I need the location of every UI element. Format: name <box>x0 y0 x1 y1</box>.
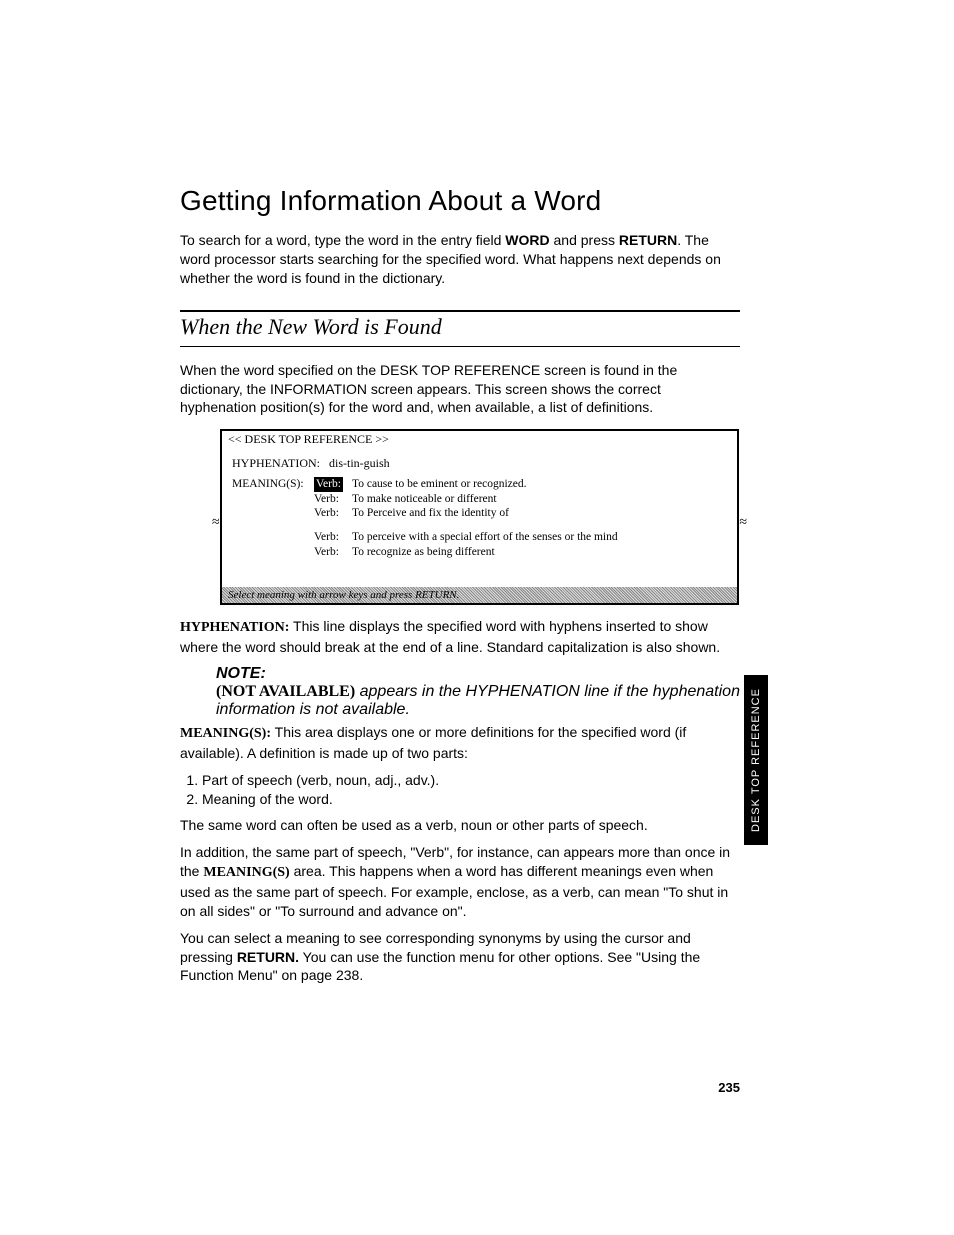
part-of-speech: Verb: <box>314 477 352 491</box>
side-tab: DESK TOP REFERENCE <box>744 675 768 845</box>
meaning-text: To make noticeable or different <box>352 492 727 506</box>
part-of-speech: Verb: <box>314 530 352 544</box>
meaning-text: To recognize as being different <box>352 545 727 559</box>
definition-parts-list: Part of speech (verb, noun, adj., adv.).… <box>202 771 740 808</box>
meaning-row[interactable]: Verb: To make noticeable or different <box>232 492 727 506</box>
meaning-text: To cause to be eminent or recognized. <box>352 477 727 491</box>
horizontal-rule <box>180 310 740 312</box>
scroll-mark-icon: ≈ <box>212 515 220 531</box>
hyphenation-label: HYPHENATION: <box>232 456 320 470</box>
term-label: MEANING(S) <box>203 865 289 880</box>
note-label: NOTE: <box>216 665 740 683</box>
list-item: Part of speech (verb, noun, adj., adv.). <box>202 771 740 789</box>
text-bold: WORD <box>505 232 549 248</box>
meaning-text: To Perceive and fix the identity of <box>352 506 727 520</box>
page-title: Getting Information About a Word <box>180 185 740 217</box>
meaning-row[interactable]: MEANING(S): Verb: To cause to be eminent… <box>232 477 727 491</box>
found-paragraph: When the word specified on the DESK TOP … <box>180 361 740 418</box>
hyphenation-description: HYPHENATION: This line displays the spec… <box>180 617 740 657</box>
part-of-speech: Verb: <box>314 545 352 559</box>
hyphenation-line: HYPHENATION: dis-tin-guish <box>232 456 727 471</box>
meanings-description: MEANING(S): This area displays one or mo… <box>180 723 740 763</box>
intro-paragraph: To search for a word, type the word in t… <box>180 231 740 288</box>
part-of-speech: Verb: <box>314 506 352 520</box>
meaning-row[interactable]: Verb: To recognize as being different <box>232 545 727 559</box>
text-bold: RETURN <box>619 232 677 248</box>
screen-title-bar: << DESK TOP REFERENCE >> <box>222 431 737 450</box>
side-tab-label: DESK TOP REFERENCE <box>750 688 762 832</box>
page-number: 235 <box>718 1080 740 1095</box>
note-bold: (NOT AVAILABLE) <box>216 683 355 700</box>
term-label: MEANING(S): <box>180 726 271 741</box>
meaning-row[interactable]: Verb: To Perceive and fix the identity o… <box>232 506 727 520</box>
screen-footer: Select meaning with arrow keys and press… <box>222 587 737 603</box>
meaning-text: To perceive with a special effort of the… <box>352 530 727 544</box>
hyphenation-value: dis-tin-guish <box>329 456 390 470</box>
list-item: Meaning of the word. <box>202 790 740 808</box>
scroll-mark-icon: ≈ <box>739 515 747 531</box>
term-label: HYPHENATION: <box>180 620 289 635</box>
note-block: NOTE: (NOT AVAILABLE) appears in the HYP… <box>216 665 740 719</box>
section-heading: When the New Word is Found <box>180 314 740 347</box>
text-bold: RETURN. <box>237 949 299 965</box>
reference-screen: ≈ ≈ << DESK TOP REFERENCE >> HYPHENATION… <box>220 429 739 605</box>
meaning-row[interactable]: Verb: To perceive with a special effort … <box>232 530 727 544</box>
text: To search for a word, type the word in t… <box>180 232 505 248</box>
text: and press <box>550 232 619 248</box>
part-of-speech: Verb: <box>314 492 352 506</box>
meanings-label: MEANING(S): <box>232 477 314 491</box>
in-addition-paragraph: In addition, the same part of speech, "V… <box>180 843 740 921</box>
select-meaning-paragraph: You can select a meaning to see correspo… <box>180 929 740 986</box>
same-word-paragraph: The same word can often be used as a ver… <box>180 816 740 835</box>
